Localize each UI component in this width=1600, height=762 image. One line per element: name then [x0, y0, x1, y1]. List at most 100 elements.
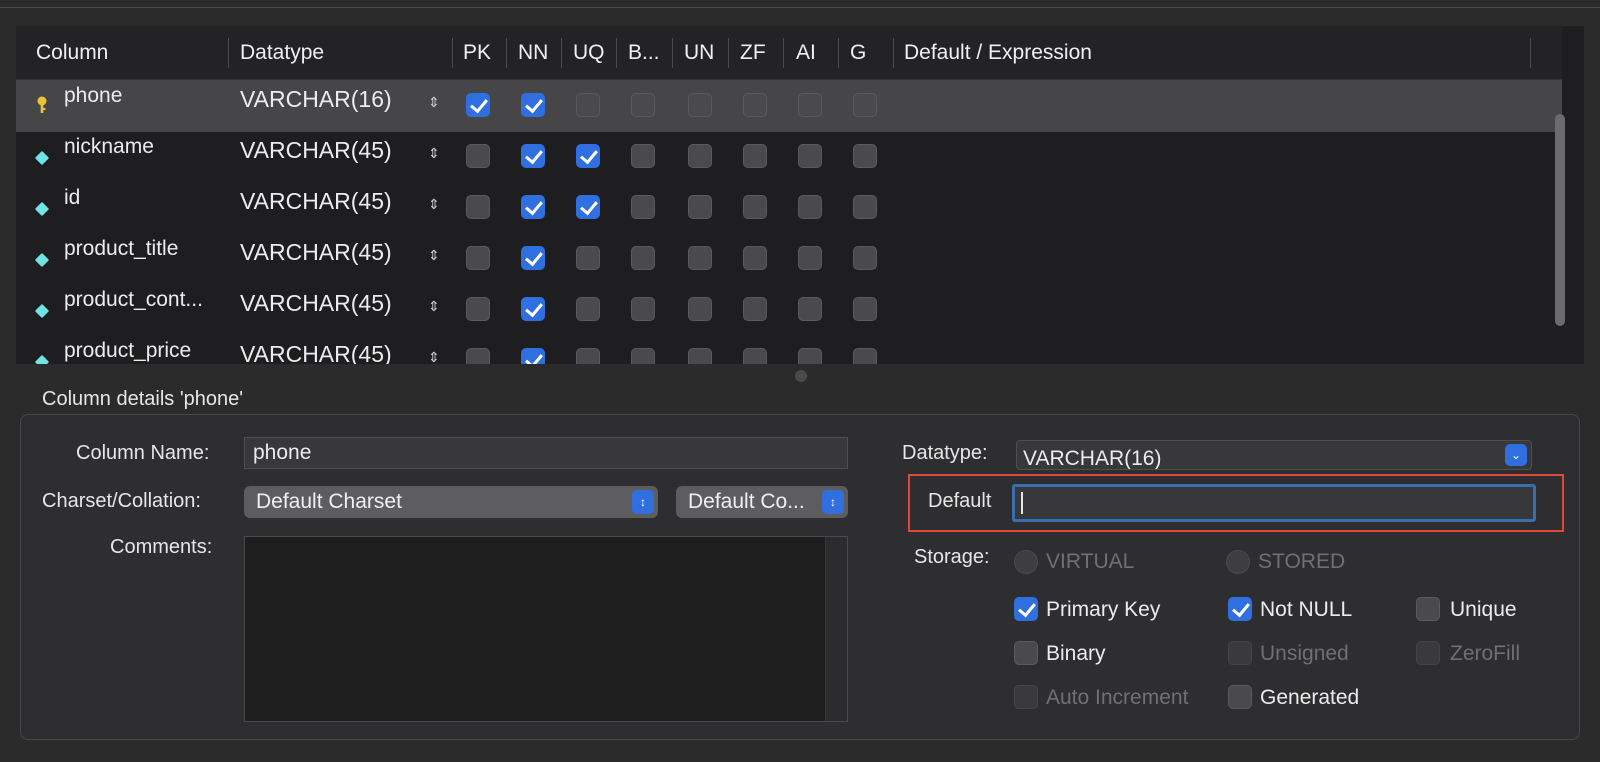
chevron-down-icon[interactable]: ⌄	[1505, 444, 1527, 466]
table-row[interactable]: product_title VARCHAR(45) ⇕	[16, 233, 1562, 285]
g-checkbox[interactable]	[853, 246, 877, 270]
table-row[interactable]: id VARCHAR(45) ⇕	[16, 182, 1562, 234]
uq-checkbox[interactable]	[576, 348, 600, 364]
zerofill-checkbox[interactable]	[1416, 641, 1440, 665]
binary-checkbox[interactable]	[631, 297, 655, 321]
collation-popup[interactable]: Default Co... ↕	[676, 486, 848, 518]
un-checkbox[interactable]	[688, 348, 712, 364]
datatype-cell[interactable]: VARCHAR(45)	[240, 188, 392, 215]
column-name-cell[interactable]: nickname	[64, 135, 154, 159]
default-value-input[interactable]	[1012, 484, 1536, 522]
nn-checkbox[interactable]	[521, 93, 545, 117]
pk-checkbox[interactable]	[466, 246, 490, 270]
updown-chevron-icon[interactable]: ⇕	[428, 349, 440, 364]
header-binary[interactable]: B...	[628, 26, 660, 80]
g-checkbox[interactable]	[853, 93, 877, 117]
binary-checkbox[interactable]	[631, 246, 655, 270]
table-row[interactable]: product_cont... VARCHAR(45) ⇕	[16, 284, 1562, 336]
binary-checkbox[interactable]	[631, 144, 655, 168]
uq-checkbox[interactable]	[576, 144, 600, 168]
storage-stored-radio[interactable]	[1226, 550, 1250, 574]
nn-checkbox[interactable]	[521, 297, 545, 321]
ai-checkbox[interactable]	[798, 348, 822, 364]
uq-checkbox[interactable]	[576, 246, 600, 270]
unsigned-checkbox[interactable]	[1228, 641, 1252, 665]
uq-checkbox[interactable]	[576, 93, 600, 117]
g-checkbox[interactable]	[853, 297, 877, 321]
g-checkbox[interactable]	[853, 144, 877, 168]
ai-checkbox[interactable]	[798, 144, 822, 168]
zf-checkbox[interactable]	[743, 297, 767, 321]
column-name-cell[interactable]: phone	[64, 84, 122, 108]
primary-key-checkbox[interactable]	[1014, 597, 1038, 621]
updown-chevron-icon[interactable]: ⇕	[428, 298, 440, 315]
table-row[interactable]: product_price VARCHAR(45) ⇕	[16, 335, 1562, 364]
pk-checkbox[interactable]	[466, 195, 490, 219]
binary-checkbox[interactable]	[631, 93, 655, 117]
pane-splitter-handle[interactable]	[795, 370, 807, 382]
comments-textarea[interactable]	[244, 536, 848, 722]
datatype-combobox[interactable]: VARCHAR(16) ⌄	[1016, 440, 1532, 470]
g-checkbox[interactable]	[853, 348, 877, 364]
auto-increment-checkbox[interactable]	[1014, 685, 1038, 709]
binary-checkbox[interactable]	[631, 195, 655, 219]
datatype-cell[interactable]: VARCHAR(45)	[240, 290, 392, 317]
pk-checkbox[interactable]	[466, 144, 490, 168]
ai-checkbox[interactable]	[798, 93, 822, 117]
datatype-cell[interactable]: VARCHAR(16)	[240, 86, 392, 113]
table-row[interactable]: phone VARCHAR(16) ⇕	[16, 80, 1562, 132]
table-row[interactable]: nickname VARCHAR(45) ⇕	[16, 131, 1562, 183]
un-checkbox[interactable]	[688, 246, 712, 270]
un-checkbox[interactable]	[688, 93, 712, 117]
zf-checkbox[interactable]	[743, 348, 767, 364]
updown-chevron-icon[interactable]: ⇕	[428, 247, 440, 264]
updown-chevron-icon[interactable]: ⇕	[428, 196, 440, 213]
header-uq[interactable]: UQ	[573, 26, 605, 80]
comments-scrollbar[interactable]	[825, 537, 847, 721]
nn-checkbox[interactable]	[521, 195, 545, 219]
pk-checkbox[interactable]	[466, 297, 490, 321]
binary-checkbox[interactable]	[1014, 641, 1038, 665]
header-nn[interactable]: NN	[518, 26, 548, 80]
uq-checkbox[interactable]	[576, 195, 600, 219]
table-scrollbar[interactable]	[1552, 84, 1566, 364]
header-g[interactable]: G	[850, 26, 866, 80]
datatype-cell[interactable]: VARCHAR(45)	[240, 239, 392, 266]
ai-checkbox[interactable]	[798, 246, 822, 270]
nn-checkbox[interactable]	[521, 144, 545, 168]
datatype-cell[interactable]: VARCHAR(45)	[240, 341, 392, 364]
header-default-expression[interactable]: Default / Expression	[904, 26, 1092, 80]
un-checkbox[interactable]	[688, 297, 712, 321]
header-zf[interactable]: ZF	[740, 26, 766, 80]
column-name-cell[interactable]: id	[64, 186, 80, 210]
un-checkbox[interactable]	[688, 195, 712, 219]
not-null-checkbox[interactable]	[1228, 597, 1252, 621]
pk-checkbox[interactable]	[466, 348, 490, 364]
unique-checkbox[interactable]	[1416, 597, 1440, 621]
ai-checkbox[interactable]	[798, 195, 822, 219]
nn-checkbox[interactable]	[521, 348, 545, 364]
zf-checkbox[interactable]	[743, 93, 767, 117]
zf-checkbox[interactable]	[743, 246, 767, 270]
column-name-cell[interactable]: product_title	[64, 237, 178, 261]
updown-chevron-icon[interactable]: ⇕	[428, 145, 440, 162]
nn-checkbox[interactable]	[521, 246, 545, 270]
zf-checkbox[interactable]	[743, 195, 767, 219]
zf-checkbox[interactable]	[743, 144, 767, 168]
binary-checkbox[interactable]	[631, 348, 655, 364]
pk-checkbox[interactable]	[466, 93, 490, 117]
header-ai[interactable]: AI	[796, 26, 816, 80]
un-checkbox[interactable]	[688, 144, 712, 168]
updown-chevron-icon[interactable]: ⇕	[428, 94, 440, 111]
g-checkbox[interactable]	[853, 195, 877, 219]
header-column[interactable]: Column	[36, 26, 108, 80]
scrollbar-thumb[interactable]	[1555, 114, 1565, 326]
storage-virtual-radio[interactable]	[1014, 550, 1038, 574]
column-name-cell[interactable]: product_price	[64, 339, 191, 363]
column-name-cell[interactable]: product_cont...	[64, 288, 203, 312]
header-datatype[interactable]: Datatype	[240, 26, 324, 80]
generated-checkbox[interactable]	[1228, 685, 1252, 709]
ai-checkbox[interactable]	[798, 297, 822, 321]
header-un[interactable]: UN	[684, 26, 714, 80]
charset-popup[interactable]: Default Charset ↕	[244, 486, 658, 518]
